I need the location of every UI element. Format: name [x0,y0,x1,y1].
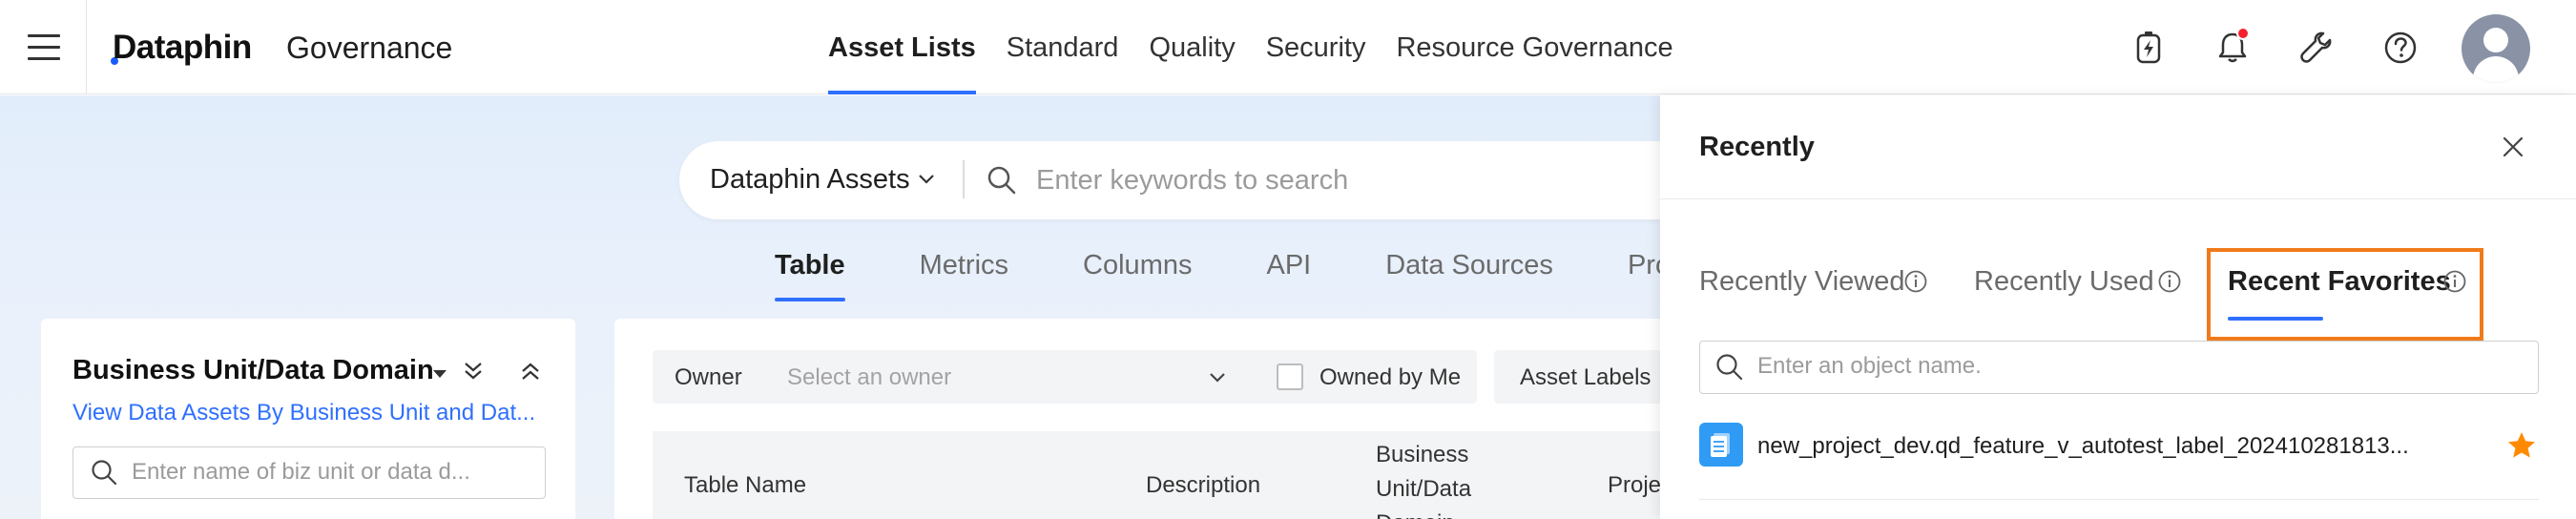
main-nav: Asset Lists Standard Quality Security Re… [828,0,1689,94]
nav-resource-governance[interactable]: Resource Governance [1381,0,1688,94]
column-header-business-unit[interactable]: Business Unit/Data Domain [1376,438,1500,519]
expand-all-icon[interactable] [460,358,487,384]
business-unit-title[interactable]: Business Unit/Data Domain [73,355,434,386]
lightning-icon[interactable] [2129,29,2168,67]
favorite-item-name[interactable]: new_project_dev.qd_feature_v_autotest_la… [1757,433,2409,460]
tab-columns[interactable]: Columns [1083,250,1192,281]
info-icon[interactable] [1903,269,1928,294]
product-name: Governance [286,31,453,65]
nav-quality[interactable]: Quality [1133,0,1250,94]
search-divider [963,160,965,198]
notification-dot [2236,27,2250,40]
search-icon [1716,354,1743,381]
owner-select[interactable]: Select an owner [787,364,951,391]
column-header-project[interactable]: Proje [1608,472,1661,499]
help-icon[interactable] [2381,29,2420,67]
tab-data-sources[interactable]: Data Sources [1385,250,1553,281]
tab-api[interactable]: API [1266,250,1311,281]
chevron-down-icon[interactable] [1207,366,1228,387]
brand-logo[interactable]: Dataphin [113,29,252,67]
caret-down-icon[interactable] [431,368,448,380]
tab-recently-viewed[interactable]: Recently Viewed [1699,266,1904,298]
tab-recently-used[interactable]: Recently Used [1974,266,2154,298]
nav-standard[interactable]: Standard [991,0,1134,94]
table-file-icon [1699,423,1743,467]
business-unit-search-input[interactable]: Enter name of biz unit or data d... [132,459,470,486]
wrench-icon[interactable] [2297,29,2336,67]
search-icon [92,460,117,486]
asset-type-tabs: Table Metrics Columns API Data Sources P… [775,250,1788,301]
search-icon [987,166,1016,195]
star-icon[interactable] [2505,429,2538,462]
column-header-table-name[interactable]: Table Name [684,472,806,499]
recently-title: Recently [1699,132,1815,162]
chevron-down-icon[interactable] [916,168,937,189]
panel-divider [1660,198,2576,199]
nav-asset-lists[interactable]: Asset Lists [828,0,991,94]
owned-by-me-checkbox[interactable] [1277,363,1303,390]
nav-security[interactable]: Security [1251,0,1381,94]
tab-table[interactable]: Table [775,250,845,301]
header-divider [86,0,87,94]
search-input[interactable]: Enter keywords to search [1036,165,1348,197]
owned-by-me-label[interactable]: Owned by Me [1319,364,1461,391]
column-header-description[interactable]: Description [1146,472,1260,499]
tab-metrics[interactable]: Metrics [920,250,1008,281]
close-icon[interactable] [2500,134,2526,160]
user-avatar[interactable] [2462,14,2530,83]
search-scope-select[interactable]: Dataphin Assets [710,164,910,196]
highlight-annotation [2207,248,2483,341]
view-by-business-unit-link[interactable]: View Data Assets By Business Unit and Da… [73,400,535,426]
owner-label: Owner [675,364,742,390]
object-search-input[interactable]: Enter an object name. [1757,353,1982,380]
list-divider [1699,499,2539,500]
info-icon[interactable] [2157,269,2182,294]
menu-icon[interactable] [28,34,60,61]
asset-labels-label[interactable]: Asset Labels [1520,364,1651,391]
collapse-all-icon[interactable] [517,358,544,384]
